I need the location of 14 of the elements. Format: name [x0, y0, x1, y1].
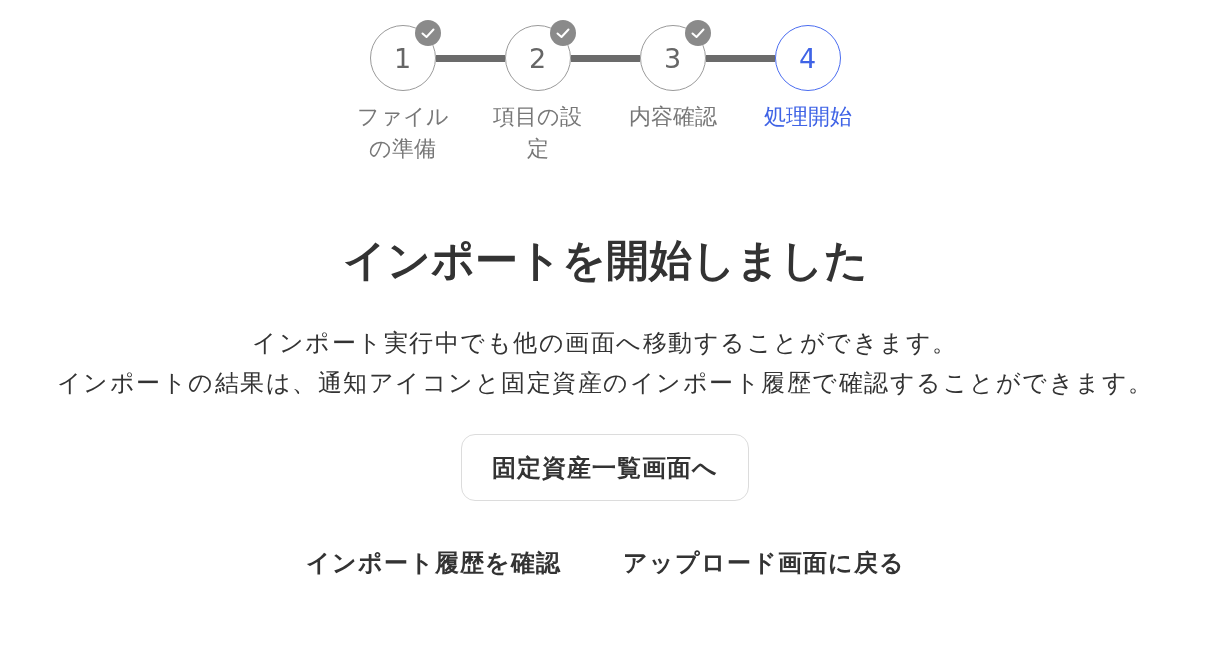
text-link[interactable]: インポート履歴を確認 — [305, 545, 561, 581]
page-heading: インポートを開始しました — [342, 234, 868, 287]
check-icon — [684, 20, 711, 46]
description-text: インポート実行中でも他の画面へ移動することができます。 — [252, 328, 958, 359]
step-label: ファイルの準備 — [355, 103, 450, 163]
asset-list-button[interactable]: 固定資産一覧画面へ — [461, 434, 749, 501]
step-label: 項目の設定 — [492, 103, 583, 163]
step-circle: 4 — [774, 25, 841, 91]
description-text: インポートの結果は、通知アイコンと固定資産のインポート履歴で確認することができます。 — [56, 368, 1154, 399]
step-label: 処理開始 — [762, 103, 853, 131]
text-link[interactable]: アップロード画面に戻る — [622, 545, 905, 581]
check-icon — [414, 20, 441, 46]
check-icon — [549, 20, 576, 46]
step-label: 内容確認 — [627, 103, 718, 131]
